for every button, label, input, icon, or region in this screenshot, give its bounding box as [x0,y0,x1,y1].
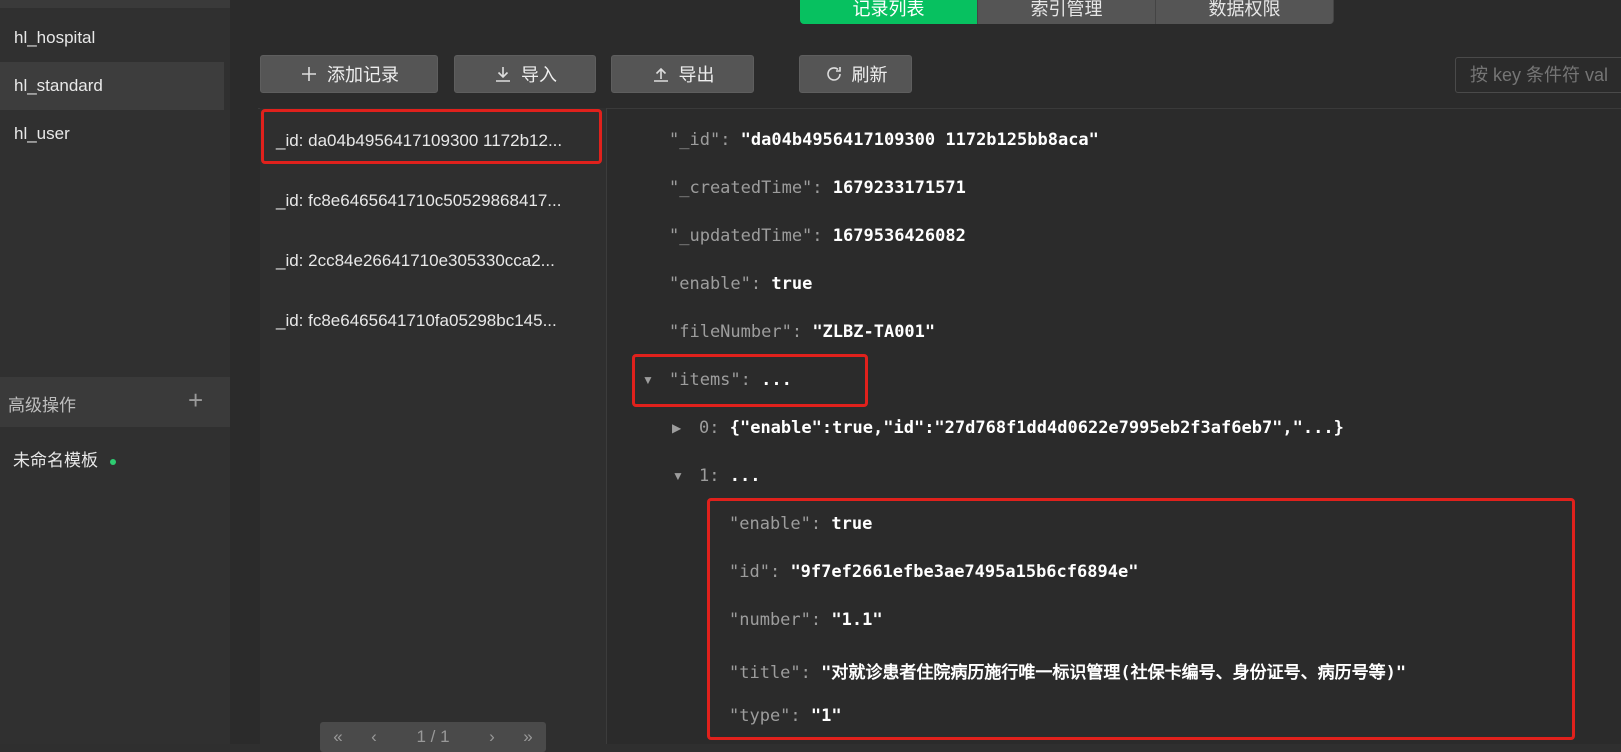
field-key: "_id" [669,130,721,150]
field-value: "ZLBZ-TA001" [812,322,936,342]
refresh-icon [826,67,841,81]
sidebar-top-strip [0,0,230,8]
advanced-ops-label: 高级操作 [8,396,76,415]
status-dot-icon [110,458,116,465]
next-page-icon[interactable]: › [474,727,510,747]
last-page-icon[interactable]: » [510,727,546,747]
advanced-ops-header: 高级操作 + [0,377,230,427]
field-value: 1679233171571 [832,178,966,198]
add-template-icon[interactable]: + [188,385,203,415]
collapse-item-1-icon[interactable]: ▼ [672,469,684,483]
refresh-label: 刷新 [851,65,888,85]
tab-record-list[interactable]: 记录列表 [800,0,978,24]
field-key: "_createdTime" [669,178,813,198]
field-created-time: "_createdTime": 1679233171571 [669,178,966,198]
field-enable: "enable": true [669,274,813,294]
field-key: "enable" [669,274,751,294]
prev-page-icon[interactable]: ‹ [356,727,392,747]
collection-hl-user[interactable]: hl_user [0,110,224,158]
field-value: "da04b4956417109300 1172b125bb8aca" [740,130,1099,150]
item-index: 0 [699,418,710,438]
search-input[interactable] [1455,57,1621,93]
record-item[interactable]: _id: fc8e6465641710fa05298bc145... [276,311,557,331]
tab-data-permissions[interactable]: 数据权限 [1156,0,1334,24]
pagination: « ‹ 1 / 1 › » [320,722,546,752]
item-value: {"enable":true,"id":"27d768f1dd4d0622e79… [729,418,1344,438]
record-item[interactable]: _id: fc8e6465641710c50529868417... [276,191,561,211]
collection-hl-hospital[interactable]: hl_hospital [0,14,224,62]
items-highlight [632,354,868,407]
field-value: true [771,274,813,294]
plus-icon [302,67,316,81]
field-file-number: "fileNumber": "ZLBZ-TA001" [669,322,936,342]
export-button[interactable]: 导出 [611,55,754,93]
download-icon [496,67,510,82]
record-list: _id: da04b4956417109300 1172b12... _id: … [260,108,607,744]
import-label: 导入 [521,65,557,85]
collection-hl-standard[interactable]: hl_standard [0,62,224,110]
refresh-button[interactable]: 刷新 [799,55,912,93]
import-button[interactable]: 导入 [454,55,596,93]
first-page-icon[interactable]: « [320,727,356,747]
field-key: "fileNumber" [669,322,792,342]
record-highlight [261,109,602,164]
item-1[interactable]: 1: ... [699,466,760,486]
item-value: ... [729,466,761,486]
field-updated-time: "_updatedTime": 1679536426082 [669,226,966,246]
item-0[interactable]: 0: {"enable":true,"id":"27d768f1dd4d0622… [699,418,1344,438]
field-value: 1679536426082 [832,226,966,246]
tab-bar: 记录列表 索引管理 数据权限 [800,0,1334,24]
item-1-highlight [707,498,1575,740]
expand-item-0-icon[interactable]: ▶ [672,421,681,435]
sidebar: hl_hospital hl_standard hl_user 高级操作 + 未… [0,0,230,744]
upload-icon [653,67,668,82]
field-key: "_updatedTime" [669,226,813,246]
record-item[interactable]: _id: 2cc84e26641710e305330cca2... [276,251,555,271]
field-id: "_id": "da04b4956417109300 1172b125bb8ac… [669,130,1099,150]
item-index: 1 [699,466,710,486]
page-indicator[interactable]: 1 / 1 [392,727,474,747]
template-label: 未命名模板 [13,451,98,470]
template-item[interactable]: 未命名模板 [13,446,116,471]
add-record-label: 添加记录 [327,65,399,85]
export-label: 导出 [678,65,715,85]
tab-index-management[interactable]: 索引管理 [978,0,1156,24]
add-record-button[interactable]: 添加记录 [260,55,438,93]
